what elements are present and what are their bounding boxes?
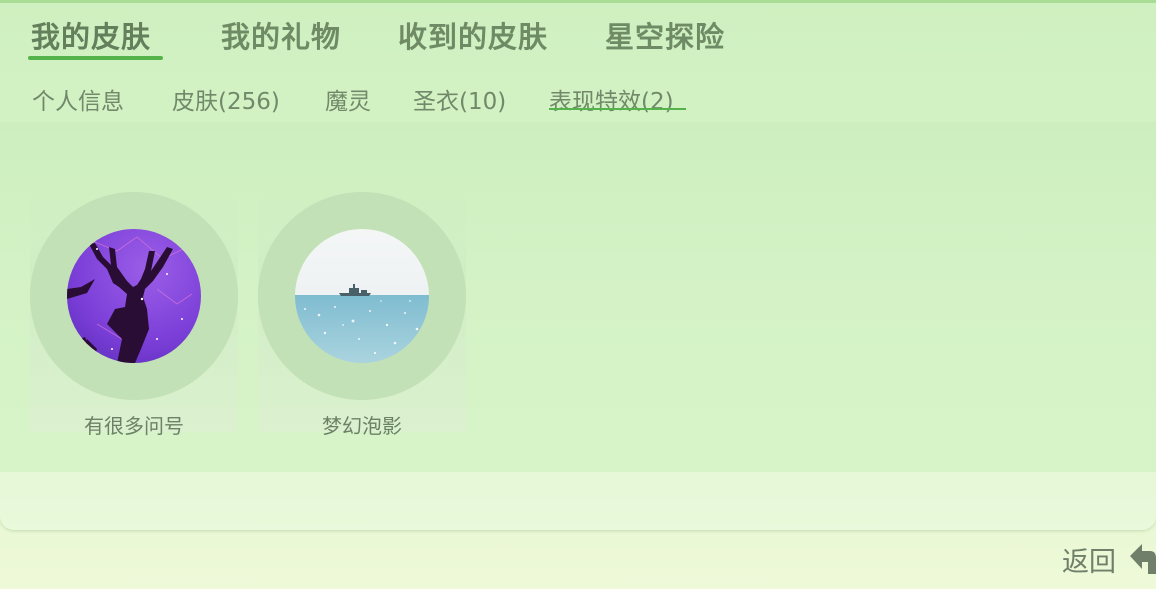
subtab-skins[interactable]: 皮肤(256): [172, 82, 280, 116]
deer-image: [67, 229, 201, 363]
effect-name-label: 有很多问号: [84, 414, 184, 438]
subtab-personal-info[interactable]: 个人信息: [32, 82, 124, 116]
sea-image: [295, 229, 429, 363]
effect-thumbnail-deer: [67, 229, 201, 363]
subtab-holy-cloth[interactable]: 圣衣(10): [413, 82, 506, 116]
tab-my-gifts[interactable]: 我的礼物: [221, 14, 341, 56]
effect-card[interactable]: 梦幻泡影: [258, 192, 466, 438]
effect-thumbnail-sea: [295, 229, 429, 363]
sub-tab-bar: 个人信息 皮肤(256) 魔灵 圣衣(10) 表现特效(2): [0, 78, 1156, 120]
subtab-spirits[interactable]: 魔灵: [325, 82, 371, 116]
main-tab-bar: 我的皮肤 我的礼物 收到的皮肤 星空探险: [0, 0, 1156, 70]
subtab-active-indicator: [549, 108, 686, 110]
subtab-effects[interactable]: 表现特效(2): [549, 82, 674, 116]
content-bottom-strip: [0, 472, 1156, 530]
back-label: 返回: [1062, 547, 1116, 578]
effect-card[interactable]: 有很多问号: [30, 192, 238, 438]
tab-my-skins[interactable]: 我的皮肤: [31, 14, 151, 56]
tab-star-exploration[interactable]: 星空探险: [605, 14, 725, 56]
main-tab-active-indicator: [28, 56, 163, 60]
tab-received-skins[interactable]: 收到的皮肤: [398, 14, 548, 56]
back-arrow-icon: [1130, 542, 1156, 578]
effect-name-label: 梦幻泡影: [322, 414, 402, 438]
skin-panel: 我的皮肤 我的礼物 收到的皮肤 星空探险 个人信息 皮肤(256) 魔灵 圣衣(…: [0, 0, 1156, 530]
